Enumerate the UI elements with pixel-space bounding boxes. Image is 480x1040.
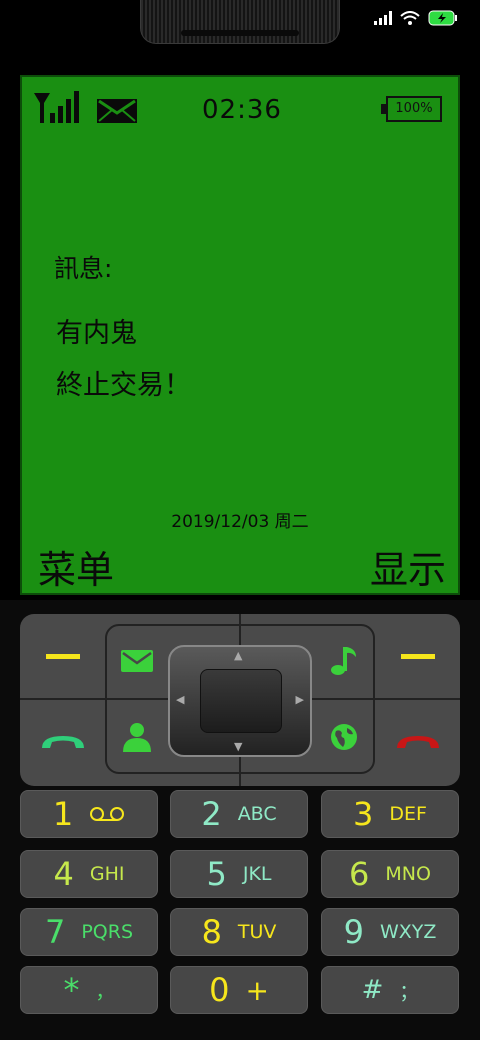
wifi-icon — [400, 11, 420, 25]
key-digit: * — [63, 971, 80, 1009]
arrow-left-icon[interactable]: ◀ — [176, 693, 184, 706]
arrow-right-icon[interactable]: ▶ — [296, 693, 304, 706]
browser-button[interactable] — [312, 700, 375, 774]
phone-lcd-screen: 02:36 100% 訊息: 有内鬼 終止交易！ 2019/12/03 周二 菜… — [20, 75, 460, 595]
hangup-handset-icon — [396, 736, 439, 748]
key-4[interactable]: 4 GHI — [20, 850, 158, 898]
key-digit: 3 — [353, 795, 374, 833]
key-digit: 0 — [209, 971, 230, 1009]
yellow-dash-icon — [45, 653, 80, 659]
key-letters: TUV — [237, 921, 277, 943]
phone-handset-icon — [41, 736, 84, 748]
softkey-right-label: 显示 — [369, 548, 446, 592]
battery-charging-icon — [428, 10, 457, 26]
key-0[interactable]: 0 + — [170, 966, 308, 1014]
key-letters: ABC — [237, 803, 277, 825]
key-digit: 8 — [201, 913, 222, 951]
message-line: 終止交易！ — [56, 370, 191, 401]
key-7[interactable]: 7 PQRS — [20, 908, 158, 956]
key-6[interactable]: 6 MNO — [321, 850, 459, 898]
key-3[interactable]: 3 DEF — [321, 790, 459, 838]
key-letters: ， — [95, 980, 115, 1003]
end-call-button[interactable] — [375, 700, 460, 786]
key-digit: 6 — [349, 855, 370, 893]
music-note-icon — [330, 647, 356, 675]
system-status-bar — [374, 10, 458, 26]
voicemail-icon — [90, 807, 125, 821]
key-digit: 7 — [44, 913, 66, 951]
key-5[interactable]: 5 JKL — [170, 850, 308, 898]
message-label: 訊息: — [54, 254, 113, 283]
key-letters: GHI — [89, 863, 125, 885]
softkey-left-label: 菜单 — [38, 548, 115, 592]
earpiece-speaker — [140, 0, 340, 44]
key-letters: MNO — [385, 863, 431, 885]
left-softkey-button[interactable] — [20, 614, 105, 698]
arrow-up-icon[interactable]: ▲ — [234, 649, 242, 662]
key-8[interactable]: 8 TUV — [170, 908, 308, 956]
signal-icon — [374, 11, 392, 25]
contacts-button[interactable] — [105, 700, 168, 774]
key-digit: 2 — [201, 795, 222, 833]
messages-button[interactable] — [105, 624, 168, 698]
signal-bars-icon — [34, 91, 79, 123]
lcd-status-bar: 02:36 100% — [22, 77, 458, 137]
globe-icon — [330, 724, 357, 750]
key-digit: 1 — [52, 795, 74, 833]
key-letters: ； — [399, 980, 419, 1003]
envelope-icon — [97, 99, 137, 123]
arrow-down-icon[interactable]: ▼ — [234, 740, 242, 753]
right-softkey-button[interactable] — [375, 614, 460, 698]
key-digit: # — [361, 975, 384, 1005]
key-digit: 4 — [53, 855, 74, 893]
call-button[interactable] — [20, 700, 105, 786]
key-letters: DEF — [389, 803, 427, 825]
lcd-battery-indicator: 100% — [381, 96, 442, 122]
key-digit: 9 — [343, 913, 364, 951]
key-1[interactable]: 1 — [20, 790, 158, 838]
yellow-dash-icon — [400, 653, 435, 659]
directional-pad[interactable]: ▲ ▼ ◀ ▶ — [168, 645, 312, 757]
message-line: 有内鬼 — [56, 318, 137, 349]
key-letters: JKL — [242, 863, 272, 885]
music-button[interactable] — [312, 624, 375, 698]
key-digit: 5 — [206, 855, 227, 893]
envelope-icon — [120, 650, 153, 672]
person-icon — [122, 723, 151, 752]
dpad-center-button[interactable] — [200, 669, 282, 733]
key-letters: WXYZ — [379, 921, 437, 943]
key-2[interactable]: 2 ABC — [170, 790, 308, 838]
lcd-date: 2019/12/03 周二 — [171, 512, 309, 532]
phone-keypad: ▲ ▼ ◀ ▶ 1 2 ABC 3 DEF 4 GHI 5 JKL 6 MNO 7 PQRS… — [0, 600, 480, 1040]
key-9[interactable]: 9 WXYZ — [321, 908, 459, 956]
key-star[interactable]: *， — [20, 966, 158, 1014]
key-letters: + — [245, 973, 269, 1007]
key-hash[interactable]: #； — [321, 966, 459, 1014]
lcd-clock: 02:36 — [202, 95, 282, 125]
key-letters: PQRS — [81, 921, 134, 943]
